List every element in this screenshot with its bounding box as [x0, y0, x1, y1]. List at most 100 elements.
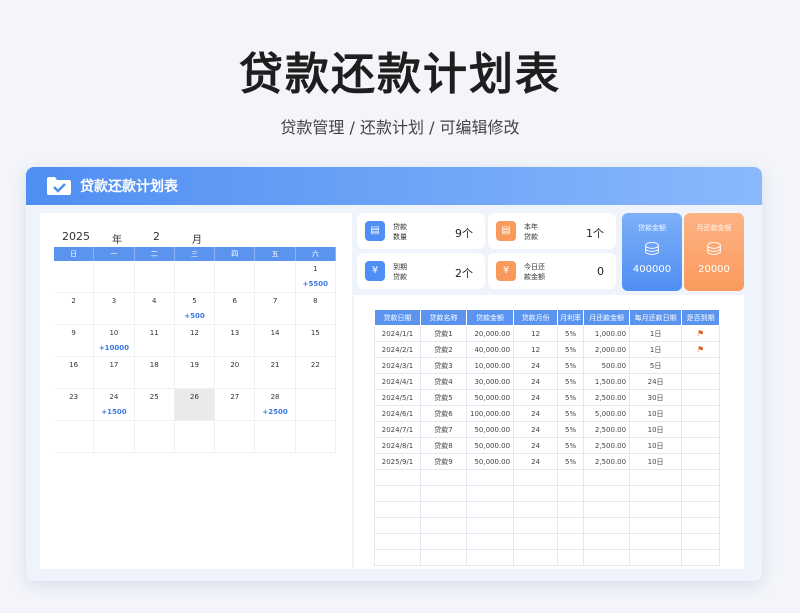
calendar-day[interactable]: 28 +2500	[255, 389, 296, 421]
table-cell	[583, 469, 631, 486]
table-row[interactable]: 2024/6/1 贷款6 100,000.00 24 5% 5,000.00 10日	[374, 405, 721, 422]
table-cell	[583, 485, 631, 502]
table-cell: 50,000.00	[465, 389, 515, 406]
weekday-label: 二	[135, 247, 175, 261]
table-cell: 2,500.00	[583, 389, 631, 406]
calendar-day[interactable]: 8	[295, 293, 336, 325]
calendar-day[interactable]: 13	[215, 325, 256, 357]
table-cell: 50,000.00	[465, 453, 515, 470]
table-cell: 50,000.00	[465, 437, 515, 454]
calendar-day[interactable]: 26	[174, 389, 216, 421]
calendar-year[interactable]: 2025	[62, 230, 90, 243]
calendar-day[interactable]: 9	[54, 325, 95, 357]
calendar-day[interactable]: 24 +1500	[94, 389, 135, 421]
card-value: 20000	[698, 264, 730, 275]
calendar-day[interactable]: 6	[215, 293, 256, 325]
calendar-day[interactable]: 2	[54, 293, 95, 325]
column-header[interactable]: 贷款日期	[374, 309, 421, 326]
table-row[interactable]	[374, 485, 721, 502]
table-cell	[583, 549, 631, 566]
table-row[interactable]: 2024/7/1 贷款7 50,000.00 24 5% 2,500.00 10日	[374, 421, 721, 438]
table-row[interactable]	[374, 469, 721, 486]
calendar-day[interactable]: 3	[94, 293, 135, 325]
calendar-day[interactable]	[295, 389, 336, 421]
table-cell: 10,000.00	[465, 357, 515, 374]
calendar-day[interactable]	[215, 421, 256, 453]
table-row[interactable]	[374, 501, 721, 518]
calendar-day[interactable]	[295, 421, 336, 453]
column-header[interactable]: 贷款名称	[420, 309, 467, 326]
calendar-day[interactable]: 5 +500	[174, 293, 216, 325]
calendar-day[interactable]	[94, 421, 135, 453]
due-status-cell	[681, 421, 721, 438]
table-row[interactable]: 2024/4/1 贷款4 30,000.00 24 5% 1,500.00 24日	[374, 373, 721, 390]
calendar-day[interactable]: 17	[94, 357, 135, 389]
calendar-day[interactable]: 21	[255, 357, 296, 389]
calendar-day[interactable]: 25	[134, 389, 175, 421]
calendar-day[interactable]	[174, 261, 216, 293]
document-icon: ▤	[365, 221, 385, 241]
calendar-day[interactable]: 20	[215, 357, 256, 389]
calendar-day[interactable]	[54, 261, 95, 293]
calendar-day[interactable]	[54, 421, 95, 453]
table-cell	[681, 517, 721, 534]
table-row[interactable]: 2024/1/1 贷款1 20,000.00 12 5% 1,000.00 1日 ⚑	[374, 325, 721, 342]
table-cell: 10日	[629, 437, 683, 454]
table-cell	[513, 469, 559, 486]
day-number: 3	[111, 297, 117, 305]
table-row[interactable]	[374, 517, 721, 534]
day-number: 19	[190, 361, 199, 369]
calendar-day[interactable]	[255, 421, 296, 453]
table-cell	[629, 469, 683, 486]
calendar-week-row	[54, 421, 336, 453]
calendar-day[interactable]	[134, 261, 175, 293]
table-row[interactable]	[374, 549, 721, 566]
table-cell: 12	[513, 341, 559, 358]
table-row[interactable]: 2024/2/1 贷款2 40,000.00 12 5% 2,000.00 1日 ⚑	[374, 341, 721, 358]
due-status-cell: ⚑	[681, 341, 721, 358]
day-amount: +10000	[98, 344, 130, 352]
stat-value: 2个	[455, 267, 473, 280]
calendar-day[interactable]: 7	[255, 293, 296, 325]
calendar-day[interactable]	[215, 261, 256, 293]
table-row[interactable]: 2024/3/1 贷款3 10,000.00 24 5% 500.00 5日	[374, 357, 721, 374]
table-row[interactable]	[374, 533, 721, 550]
calendar-day[interactable]: 19	[174, 357, 216, 389]
calendar-day[interactable]: 4	[134, 293, 175, 325]
table-row[interactable]: 2024/5/1 贷款5 50,000.00 24 5% 2,500.00 30日	[374, 389, 721, 406]
calendar-week-row: 1 +5500	[54, 261, 336, 293]
column-header[interactable]: 贷款金额	[465, 309, 515, 326]
calendar-day[interactable]: 22	[295, 357, 336, 389]
table-cell: 1日	[629, 325, 683, 342]
calendar-month[interactable]: 2	[153, 230, 160, 243]
day-number: 7	[272, 297, 278, 305]
calendar-day[interactable]: 23	[54, 389, 95, 421]
calendar-day[interactable]: 14	[255, 325, 296, 357]
calendar-day[interactable]: 11	[134, 325, 175, 357]
table-row[interactable]: 2025/9/1 贷款9 50,000.00 24 5% 2,500.00 10日	[374, 453, 721, 470]
column-header[interactable]: 月利率	[557, 309, 585, 326]
calendar-day[interactable]: 27	[215, 389, 256, 421]
table-cell: 24	[513, 405, 559, 422]
due-status-cell	[681, 389, 721, 406]
due-status-cell	[681, 373, 721, 390]
calendar-day[interactable]: 16	[54, 357, 95, 389]
coins-icon: ⛁	[706, 239, 722, 260]
calendar-day[interactable]: 18	[134, 357, 175, 389]
column-header[interactable]: 是否到期	[681, 309, 721, 326]
table-row[interactable]: 2024/8/1 贷款8 50,000.00 24 5% 2,500.00 10日	[374, 437, 721, 454]
calendar-day[interactable]	[134, 421, 175, 453]
column-header[interactable]: 贷款月份	[513, 309, 559, 326]
table-cell	[513, 501, 559, 518]
column-header[interactable]: 每月还款日期	[629, 309, 683, 326]
calendar-day[interactable]: 15	[295, 325, 336, 357]
calendar-day[interactable]: 10 +10000	[94, 325, 135, 357]
calendar-day[interactable]	[94, 261, 135, 293]
calendar-day[interactable]	[255, 261, 296, 293]
table-cell	[629, 517, 683, 534]
calendar-day[interactable]: 1 +5500	[295, 261, 336, 293]
calendar-day[interactable]: 12	[174, 325, 216, 357]
calendar-day[interactable]	[174, 421, 216, 453]
column-header[interactable]: 月还款金额	[583, 309, 631, 326]
table-cell: 2024/5/1	[374, 389, 421, 406]
